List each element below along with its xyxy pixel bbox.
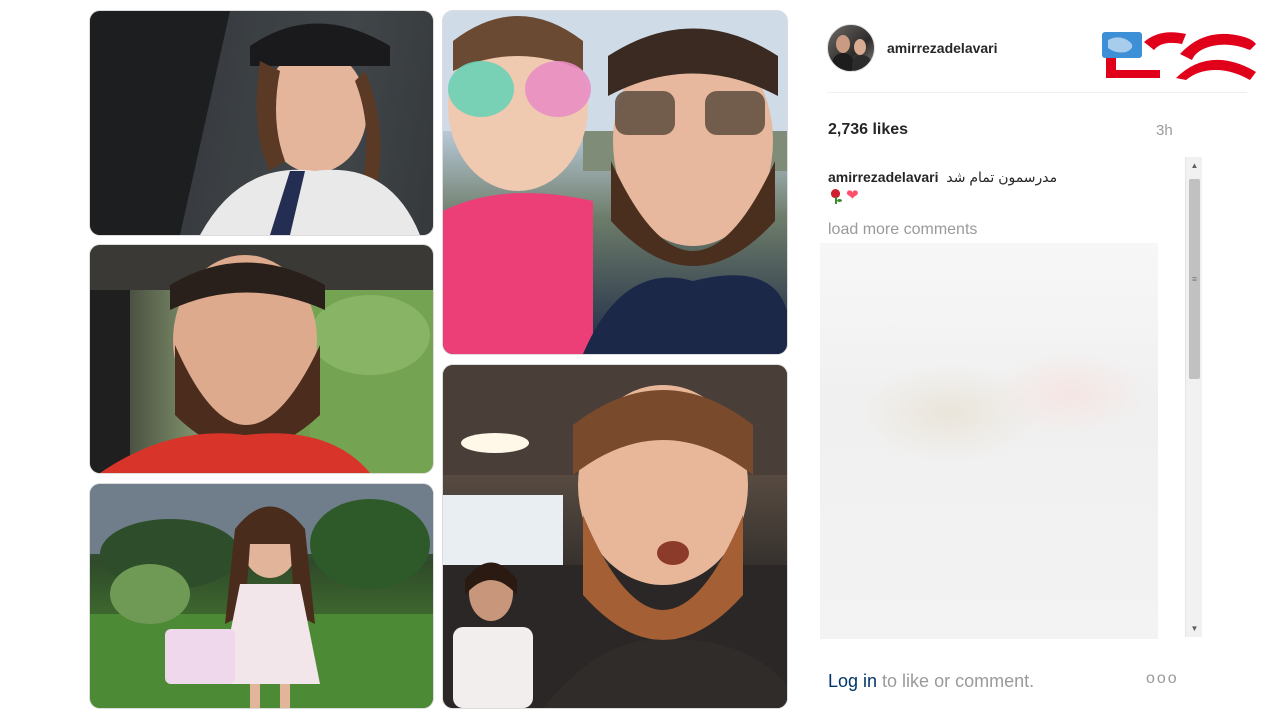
likes-count[interactable]: 2,736 likes xyxy=(828,121,908,139)
login-prompt: Log in to like or comment. xyxy=(828,671,1034,692)
heart-emoji-icon: ❤ xyxy=(846,187,859,204)
scrollbar-thumb[interactable]: ≡ xyxy=(1189,179,1200,379)
profile-avatar[interactable] xyxy=(827,24,875,72)
site-logo xyxy=(1102,32,1256,80)
photo-girl-on-lawn-art xyxy=(90,484,433,708)
photo-collage xyxy=(0,0,800,719)
photo-man-in-car-art xyxy=(90,245,433,473)
post-username[interactable]: amirrezadelavari xyxy=(887,40,998,56)
photo-man-and-girl-car-selfie-art xyxy=(443,365,787,708)
photo-girl-in-car-art xyxy=(90,11,433,235)
photo-father-daughter-sunglasses-art xyxy=(443,11,787,354)
caption-text: مدرسمون تمام شد xyxy=(946,169,1058,185)
login-prompt-text: to like or comment. xyxy=(877,671,1035,691)
load-more-comments-link[interactable]: load more comments xyxy=(828,221,977,239)
instagram-post-panel: amirrezadelavari 2,736 likes 3h amirreza… xyxy=(800,0,1280,719)
scroll-down-arrow-icon[interactable]: ▼ xyxy=(1186,620,1203,637)
comments-scrollbar[interactable]: ▲ ≡ ▼ xyxy=(1185,157,1202,637)
post-caption: amirrezadelavari مدرسمون تمام شد xyxy=(828,167,1168,187)
photo-man-in-car xyxy=(90,245,433,473)
scrollbar-grip-icon: ≡ xyxy=(1191,273,1198,284)
rose-emoji-icon xyxy=(828,188,844,204)
login-link[interactable]: Log in xyxy=(828,671,877,691)
photo-girl-on-lawn xyxy=(90,484,433,708)
blurred-comments-area xyxy=(820,243,1158,639)
photo-man-and-girl-car-selfie xyxy=(443,365,787,708)
post-timestamp[interactable]: 3h xyxy=(1156,122,1173,139)
caption-username[interactable]: amirrezadelavari xyxy=(828,169,939,185)
caption-emojis: ❤ xyxy=(828,188,859,204)
photo-father-daughter-sunglasses xyxy=(443,11,787,354)
scroll-up-arrow-icon[interactable]: ▲ xyxy=(1186,157,1203,174)
more-options-icon[interactable]: ooo xyxy=(1146,670,1179,688)
photo-girl-in-car xyxy=(90,11,433,235)
header-divider xyxy=(827,92,1247,93)
